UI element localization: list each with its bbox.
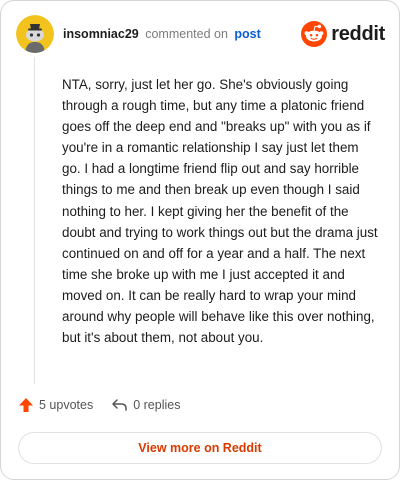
reddit-logo-icon bbox=[301, 21, 328, 47]
view-more-button[interactable]: View more on Reddit bbox=[18, 432, 382, 464]
comment-header: insomniac29 commented on post reddit bbox=[16, 15, 385, 53]
comment-meta: insomniac29 commented on post bbox=[63, 27, 261, 41]
reply-arrow-icon bbox=[112, 399, 127, 411]
reply-count: 0 replies bbox=[133, 398, 181, 412]
comment-text: NTA, sorry, just let her go. She's obvio… bbox=[62, 77, 378, 346]
username-link[interactable]: insomniac29 bbox=[63, 27, 139, 41]
reply-button[interactable]: 0 replies bbox=[111, 397, 180, 413]
reddit-wordmark: reddit bbox=[331, 22, 385, 45]
comment-actions: 5 upvotes 0 replies bbox=[18, 397, 180, 413]
post-link[interactable]: post bbox=[234, 27, 260, 41]
reddit-brand[interactable]: reddit bbox=[301, 21, 385, 47]
thread-line bbox=[34, 57, 35, 384]
upvote-count: 5 upvotes bbox=[39, 398, 94, 412]
action-text: commented on bbox=[145, 27, 228, 41]
upvote-button[interactable]: 5 upvotes bbox=[18, 397, 93, 413]
comment-card: insomniac29 commented on post reddit NTA… bbox=[0, 0, 400, 480]
snoo-avatar-icon[interactable] bbox=[16, 15, 54, 53]
upvote-arrow-icon bbox=[19, 398, 33, 412]
